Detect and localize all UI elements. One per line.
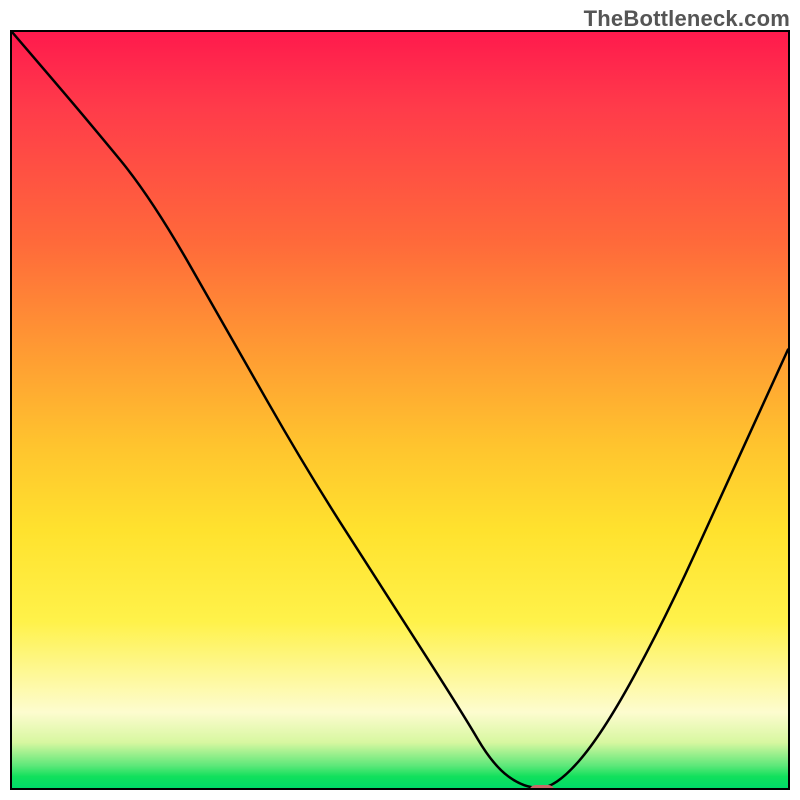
chart-plot-area bbox=[10, 30, 790, 790]
optimal-point-marker bbox=[529, 785, 555, 790]
bottleneck-curve bbox=[12, 32, 788, 788]
watermark-text: TheBottleneck.com bbox=[584, 6, 790, 32]
